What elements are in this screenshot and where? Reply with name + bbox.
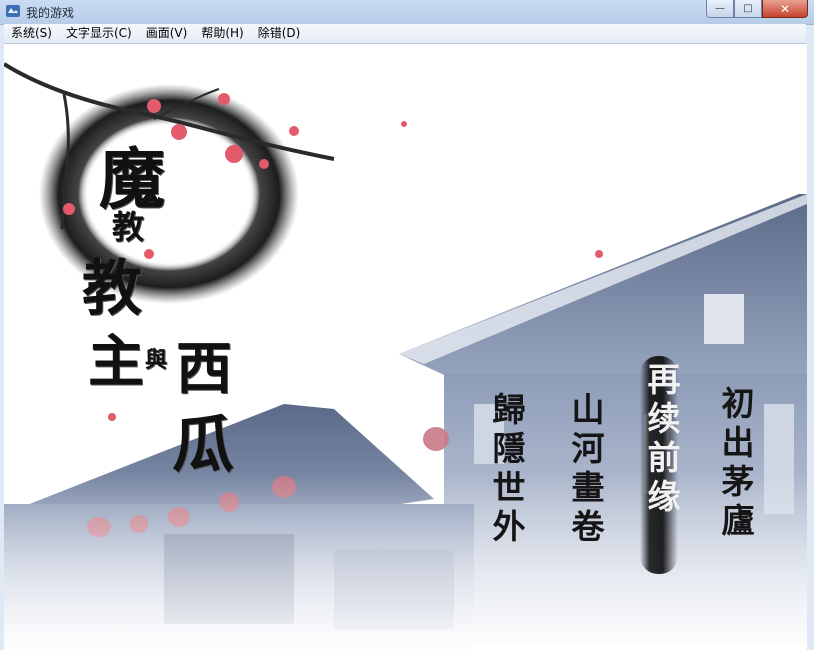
minimize-button[interactable]: — bbox=[706, 0, 734, 18]
game-app-icon bbox=[6, 5, 20, 17]
logo-char-jiao: 教 bbox=[82, 254, 142, 324]
menu-debug[interactable]: 除错(D) bbox=[251, 24, 308, 43]
maximize-button[interactable]: □ bbox=[734, 0, 762, 18]
menu-text-display[interactable]: 文字显示(C) bbox=[59, 24, 139, 43]
ink-circle bbox=[39, 84, 299, 304]
window-controls: — □ ✕ bbox=[706, 0, 808, 18]
game-canvas[interactable]: 魔 教 教 主 與 西 瓜 初出茅廬 再续前缘 山河畫卷 歸隱世外 bbox=[4, 44, 807, 650]
menu-option-exit[interactable]: 歸隱世外 bbox=[482, 392, 530, 548]
window-title: 我的游戏 bbox=[26, 6, 75, 20]
menu-option-gallery[interactable]: 山河畫卷 bbox=[561, 392, 609, 548]
game-window: 我的游戏 — □ ✕ 系统(S) 文字显示(C) 画面(V) 帮助(H) 除错(… bbox=[0, 0, 814, 650]
menu-option-continue[interactable]: 再续前缘 bbox=[637, 362, 685, 518]
menu-option-new-game[interactable]: 初出茅廬 bbox=[711, 386, 759, 542]
logo-char-zhu: 主 bbox=[88, 329, 144, 395]
menu-bar: 系统(S) 文字显示(C) 画面(V) 帮助(H) 除错(D) bbox=[4, 24, 806, 44]
menu-help[interactable]: 帮助(H) bbox=[194, 24, 250, 43]
logo-char-xi: 西 bbox=[176, 336, 232, 402]
logo-char-yu: 與 bbox=[145, 347, 168, 373]
menu-system[interactable]: 系统(S) bbox=[4, 24, 59, 43]
title-bar[interactable]: 我的游戏 — □ ✕ bbox=[0, 0, 814, 25]
menu-screen[interactable]: 画面(V) bbox=[139, 24, 195, 43]
logo-char-gua: 瓜 bbox=[172, 408, 235, 481]
close-button[interactable]: ✕ bbox=[762, 0, 808, 18]
